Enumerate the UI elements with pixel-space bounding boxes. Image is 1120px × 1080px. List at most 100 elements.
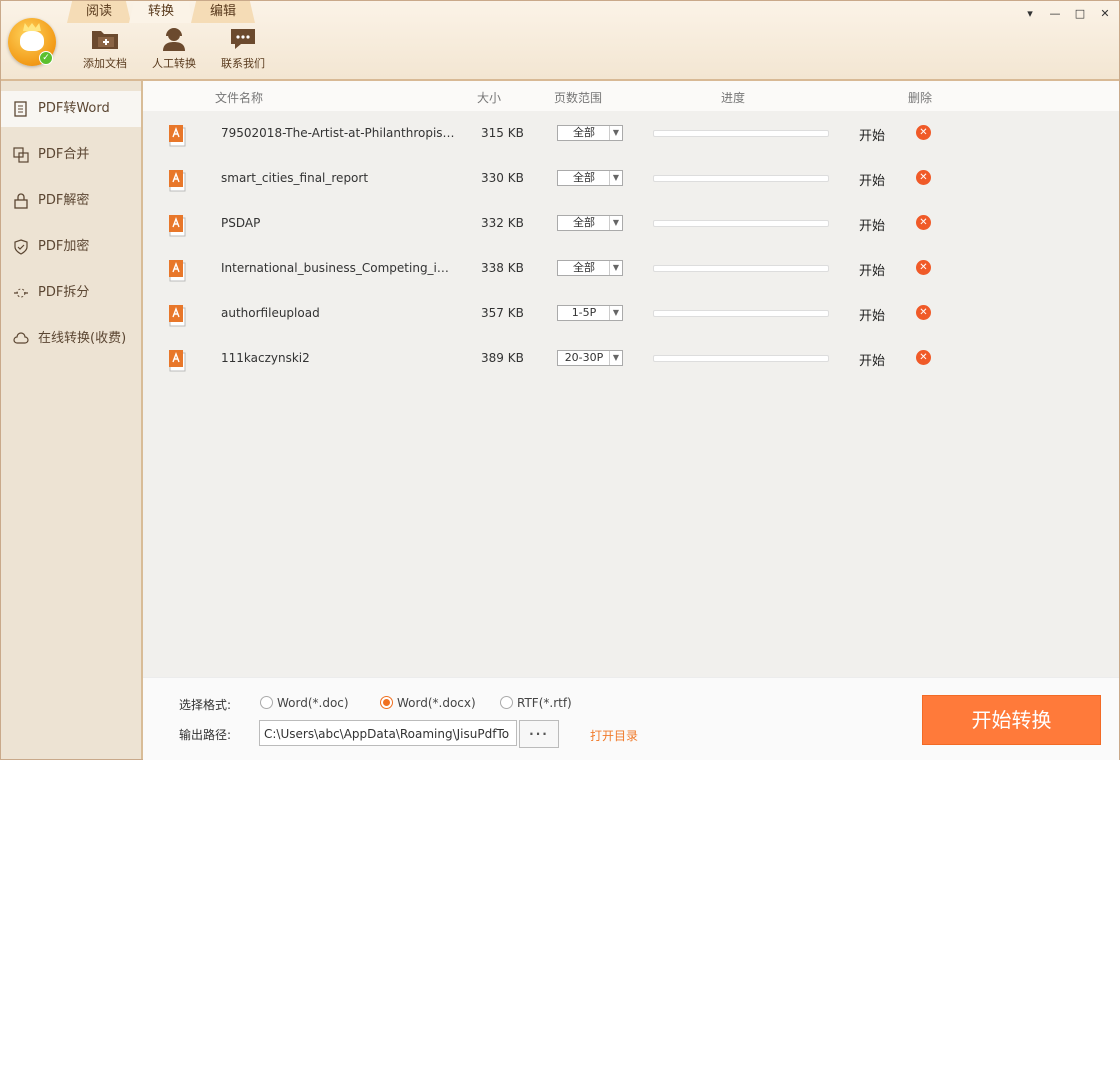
table-row: International_business_Competing_in_t...… [143, 253, 1119, 298]
page-range-select[interactable]: 1-5P ▼ [557, 305, 623, 321]
format-docx-radio[interactable]: Word(*.docx) [380, 696, 476, 710]
radio-dot [500, 696, 513, 709]
pdf-file-icon [169, 215, 186, 237]
header-file-name: 文件名称 [215, 91, 264, 105]
output-path-field[interactable]: C:\Users\abc\AppData\Roaming\JisuPdfTo [259, 720, 517, 746]
pdf-file-icon [169, 170, 186, 192]
progress-bar [653, 355, 829, 362]
delete-icon[interactable]: ✕ [916, 125, 931, 140]
format-rtf-radio[interactable]: RTF(*.rtf) [500, 696, 572, 710]
tab-convert[interactable]: 转换 [129, 1, 193, 23]
manual-convert-button[interactable]: 人工转换 [144, 27, 204, 71]
chevron-down-icon: ▼ [609, 171, 622, 185]
file-size: 315 KB [481, 126, 524, 140]
file-name: PSDAP [221, 216, 261, 230]
contact-us-label: 联系我们 [221, 57, 265, 70]
table-row: 111kaczynski2 389 KB 20-30P ▼ 开始 ✕ [143, 343, 1119, 388]
page-range-value: 全部 [573, 126, 595, 139]
app-window: ✓ 阅读 转换 编辑 添加文档 人工转换 联系我们 ▾ — □ ✕ PDF转Wo… [0, 0, 1120, 760]
start-button[interactable]: 开始 [859, 260, 885, 279]
tab-edit[interactable]: 编辑 [191, 1, 255, 23]
page-range-select[interactable]: 全部 ▼ [557, 170, 623, 186]
file-list: 文件名称 大小 页数范围 进度 删除 79502018-The-Artist-a… [143, 81, 1119, 677]
page-range-select[interactable]: 全部 ▼ [557, 215, 623, 231]
support-agent-icon [159, 27, 189, 51]
file-size: 389 KB [481, 351, 524, 365]
delete-icon[interactable]: ✕ [916, 170, 931, 185]
sidebar-item-label: PDF合并 [38, 147, 90, 162]
page-range-value: 全部 [573, 216, 595, 229]
page-range-value: 全部 [573, 171, 595, 184]
start-button[interactable]: 开始 [859, 215, 885, 234]
header-page-range: 页数范围 [554, 91, 603, 105]
minimize-button[interactable]: — [1045, 6, 1065, 22]
start-button[interactable]: 开始 [859, 170, 885, 189]
pdf-file-icon [169, 305, 186, 327]
table-row: 79502018-The-Artist-at-Philanthropist-..… [143, 118, 1119, 163]
contact-us-button[interactable]: 联系我们 [213, 27, 273, 71]
sidebar-item-label: PDF解密 [38, 193, 90, 208]
pdf-file-icon [169, 350, 186, 372]
page-range-value: 1-5P [571, 306, 597, 319]
format-doc-label: Word(*.doc) [277, 696, 349, 710]
format-doc-radio[interactable]: Word(*.doc) [260, 696, 349, 710]
add-document-label: 添加文档 [83, 57, 127, 70]
add-folder-icon [90, 27, 120, 51]
sidebar-item-pdf-to-word[interactable]: PDF转Word [1, 91, 141, 127]
page-range-value: 20-30P [564, 351, 604, 364]
file-size: 332 KB [481, 216, 524, 230]
start-button[interactable]: 开始 [859, 305, 885, 324]
delete-icon[interactable]: ✕ [916, 215, 931, 230]
file-name: International_business_Competing_in_t... [221, 261, 456, 275]
page-range-select[interactable]: 全部 ▼ [557, 125, 623, 141]
sidebar-item-pdf-merge[interactable]: PDF合并 [1, 137, 141, 173]
progress-bar [653, 265, 829, 272]
file-name: smart_cities_final_report [221, 171, 369, 185]
add-document-button[interactable]: 添加文档 [75, 27, 135, 71]
file-list-header: 文件名称 大小 页数范围 进度 删除 [143, 81, 1119, 111]
start-convert-button[interactable]: 开始转换 [922, 695, 1101, 745]
top-toolbar: ✓ 阅读 转换 编辑 添加文档 人工转换 联系我们 ▾ — □ ✕ [1, 1, 1119, 81]
open-directory-link[interactable]: 打开目录 [590, 727, 638, 744]
file-size: 330 KB [481, 171, 524, 185]
progress-bar [653, 220, 829, 227]
sidebar-item-label: PDF拆分 [38, 285, 90, 300]
page-range-select[interactable]: 全部 ▼ [557, 260, 623, 276]
chevron-down-icon: ▼ [609, 216, 622, 230]
header-progress: 进度 [721, 91, 746, 105]
sidebar-item-pdf-split[interactable]: PDF拆分 [1, 275, 141, 311]
sidebar-item-online-convert[interactable]: 在线转换(收费) [1, 321, 141, 357]
tab-read[interactable]: 阅读 [67, 1, 131, 23]
table-row: authorfileupload 357 KB 1-5P ▼ 开始 ✕ [143, 298, 1119, 343]
sidebar: PDF转Word PDF合并 PDF解密 PDF加密 PDF拆分 在线转换(收费… [1, 81, 143, 759]
table-row: PSDAP 332 KB 全部 ▼ 开始 ✕ [143, 208, 1119, 253]
pdf-file-icon [169, 125, 186, 147]
sidebar-item-pdf-encrypt[interactable]: PDF加密 [1, 229, 141, 265]
pdf-to-word-icon [14, 101, 27, 117]
sidebar-item-label: 在线转换(收费) [38, 331, 127, 346]
file-name: 79502018-The-Artist-at-Philanthropist-..… [221, 126, 456, 140]
manual-convert-label: 人工转换 [152, 57, 196, 70]
start-button[interactable]: 开始 [859, 350, 885, 369]
app-logo-icon[interactable]: ✓ [8, 18, 56, 66]
delete-icon[interactable]: ✕ [916, 305, 931, 320]
chevron-down-icon: ▼ [609, 261, 622, 275]
browse-button[interactable]: ··· [519, 720, 559, 748]
menu-dropdown-icon[interactable]: ▾ [1020, 6, 1040, 22]
delete-icon[interactable]: ✕ [916, 350, 931, 365]
start-button[interactable]: 开始 [859, 125, 885, 144]
maximize-button[interactable]: □ [1070, 6, 1090, 22]
output-path-label: 输出路径: [179, 728, 232, 742]
progress-bar [653, 175, 829, 182]
radio-dot [380, 696, 393, 709]
delete-icon[interactable]: ✕ [916, 260, 931, 275]
page-range-select[interactable]: 20-30P ▼ [557, 350, 623, 366]
unlock-icon [14, 193, 28, 209]
sidebar-item-label: PDF加密 [38, 239, 90, 254]
chevron-down-icon: ▼ [609, 126, 622, 140]
sidebar-item-label: PDF转Word [38, 101, 110, 116]
sidebar-item-pdf-decrypt[interactable]: PDF解密 [1, 183, 141, 219]
progress-bar [653, 310, 829, 317]
close-button[interactable]: ✕ [1095, 6, 1115, 22]
header-size: 大小 [477, 91, 502, 105]
